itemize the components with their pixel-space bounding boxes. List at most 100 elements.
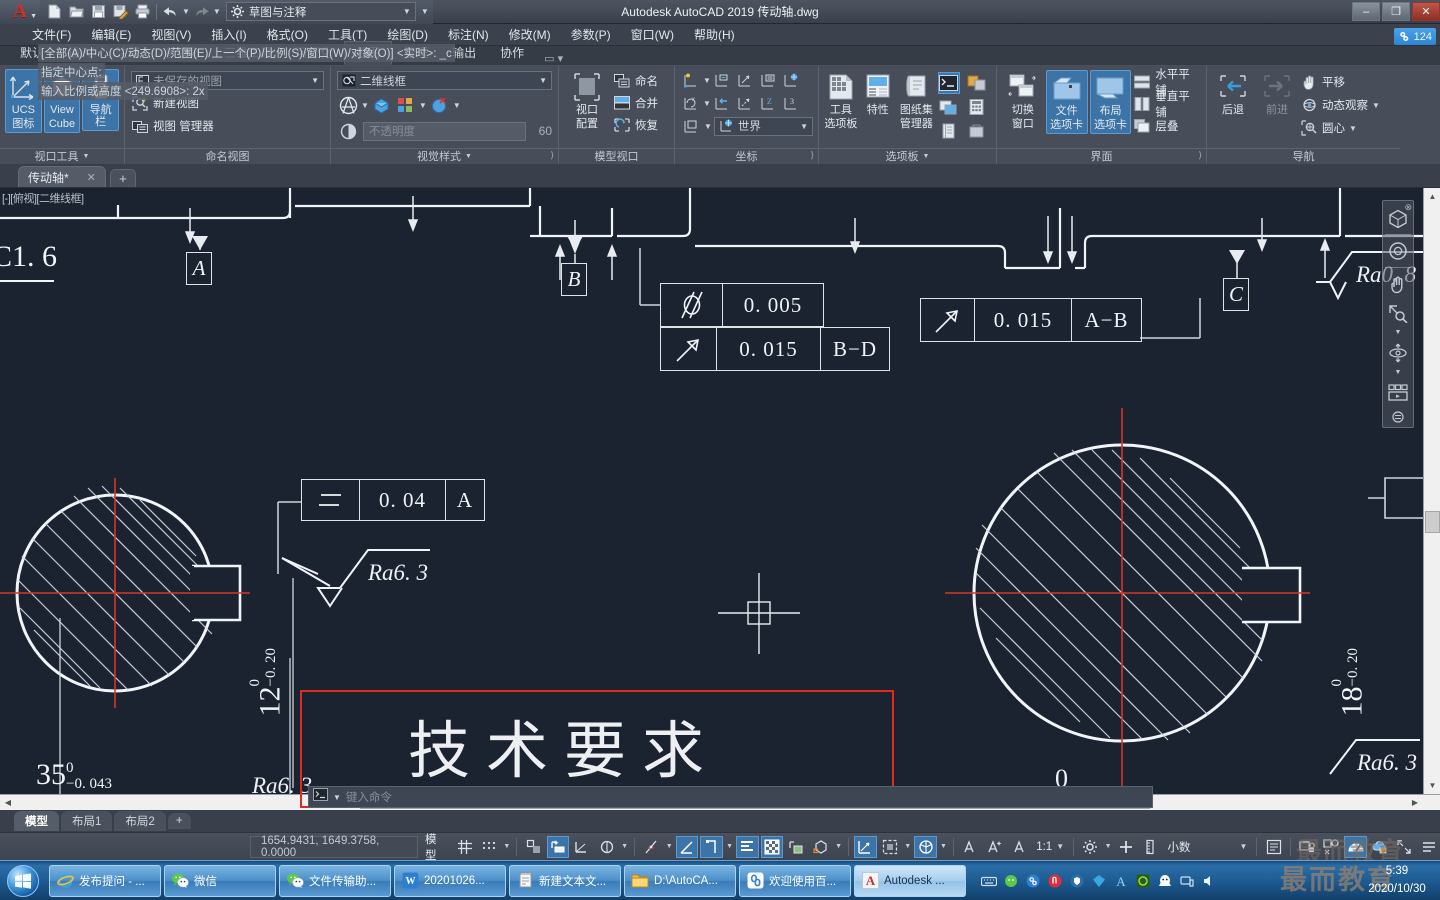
close-icon[interactable]: ⊗ — [1404, 202, 1412, 213]
panel-title-viewport-tools[interactable]: 视口工具 ▼ — [0, 148, 124, 164]
redo-icon[interactable] — [191, 2, 212, 22]
units-combo[interactable]: 小数 ▼ — [1163, 837, 1251, 857]
plot-icon[interactable] — [132, 2, 153, 22]
ucs-world-small-icon[interactable] — [781, 69, 803, 91]
lock-ui-icon[interactable] — [1296, 836, 1318, 858]
nvidia-tray-icon[interactable] — [1135, 873, 1151, 889]
object-snap-tracking-toggle[interactable] — [640, 836, 662, 858]
annotation-visibility-icon[interactable] — [959, 836, 981, 858]
panel-dialog-launcher-icon[interactable]: ⟩ — [810, 147, 814, 163]
add-separator-icon[interactable] — [1115, 836, 1137, 858]
chevron-down-icon[interactable]: ▼ — [419, 101, 427, 110]
ucs-3point-icon[interactable] — [712, 69, 734, 91]
tab-model[interactable]: 模型 — [14, 811, 59, 831]
markup-set-manager-icon[interactable] — [938, 120, 960, 142]
ribbon-tab-collaborate[interactable]: 协作 — [488, 41, 536, 65]
chevron-down-icon[interactable]: ▼ — [665, 843, 674, 850]
snap-mode-toggle[interactable] — [478, 836, 500, 858]
chevron-down-icon[interactable]: ▼ — [502, 843, 511, 850]
chevron-down-icon[interactable]: ▼ — [620, 843, 629, 850]
scroll-right-icon[interactable]: ▶ — [1407, 795, 1423, 810]
switch-windows-button[interactable]: 切换 窗口 — [1002, 70, 1044, 132]
taskbar-baidu[interactable]: 欢迎使用百... — [739, 864, 851, 897]
chevron-down-icon[interactable]: ▼ — [539, 76, 547, 85]
ucs-z-axis-icon[interactable]: Z — [758, 92, 780, 114]
undo-dropdown-icon[interactable]: ▼ — [182, 7, 190, 16]
cascade-button[interactable]: 层叠 — [1133, 116, 1201, 136]
scroll-down-icon[interactable]: ▼ — [1424, 777, 1440, 794]
vertical-scrollbar[interactable]: ▲ ▼ — [1423, 188, 1440, 794]
chevron-down-icon[interactable]: ▼ — [704, 122, 712, 131]
chevron-down-icon[interactable]: ▼ — [83, 149, 90, 165]
external-references-icon[interactable] — [938, 96, 960, 118]
taskbar-wechat[interactable]: 微信 — [164, 864, 276, 897]
transparency-toggle[interactable] — [736, 835, 759, 858]
quick-calculator-icon[interactable] — [966, 96, 988, 118]
volume-tray-icon[interactable] — [1201, 873, 1217, 889]
baidu-tray-icon[interactable] — [1025, 873, 1041, 889]
selection-cycling-toggle[interactable] — [760, 835, 784, 858]
taskbar-notepad[interactable]: 新建文本文... — [509, 864, 621, 897]
menu-help[interactable]: 帮助(H) — [684, 24, 745, 46]
save-icon[interactable] — [88, 2, 109, 22]
chevron-down-icon[interactable]: ▼ — [1395, 369, 1402, 377]
close-button[interactable]: ✕ — [1412, 2, 1440, 21]
view-manager-button[interactable]: 视图 管理器 — [131, 116, 214, 136]
viewport-config-button[interactable]: 视口 配置 — [564, 70, 610, 132]
workspace-switch-icon[interactable] — [1079, 836, 1101, 858]
dynamic-ucs-toggle[interactable] — [854, 835, 877, 858]
named-viewports-button[interactable]: 命名 — [613, 71, 658, 91]
annotation-scale-icon[interactable] — [1008, 836, 1030, 858]
start-button[interactable] — [0, 863, 46, 899]
isodraft-toggle[interactable] — [596, 836, 618, 858]
panel-dialog-launcher-icon[interactable]: ⟩ — [1198, 147, 1202, 163]
dynamic-ucs-toggle-box[interactable] — [810, 836, 832, 858]
gizmo-toggle[interactable] — [914, 835, 937, 858]
ucs-origin-icon[interactable] — [735, 69, 757, 91]
scroll-up-icon[interactable]: ▲ — [1424, 188, 1440, 205]
ortho-mode-toggle[interactable] — [522, 836, 544, 858]
chevron-down-icon[interactable]: ▼ — [453, 101, 461, 110]
zoom-center-button[interactable]: 圆心 ▼ — [1300, 118, 1380, 138]
taskbar-autocad[interactable]: A Autodesk ... — [854, 864, 966, 897]
new-file-tab-button[interactable]: + — [109, 169, 136, 187]
isolate-objects-icon[interactable] — [1320, 836, 1342, 858]
ucs-world-combo[interactable]: 世界 ▼ — [713, 116, 813, 136]
properties-palette-button[interactable]: 特性 — [861, 70, 895, 118]
saveas-icon[interactable] — [110, 2, 131, 22]
polar-tracking-toggle[interactable] — [571, 836, 593, 858]
quickcalc-toolbar-icon[interactable] — [966, 72, 988, 94]
tile-vertically-button[interactable]: 垂直平铺 — [1133, 91, 1201, 119]
steeringwheel-icon[interactable] — [1384, 238, 1412, 264]
workspace-switcher[interactable]: 草图与注释 ▼ — [225, 2, 416, 21]
annotation-scale-combo[interactable]: 1:1 ▼ — [1032, 837, 1068, 857]
panel-dialog-launcher-icon[interactable]: ⟩ — [550, 147, 554, 163]
navigation-bar[interactable]: ⊗ ▼ ▼ — [1382, 200, 1414, 428]
keyboard-tray-icon[interactable] — [981, 873, 997, 889]
coordinates-display[interactable]: 1654.9431, 1649.3758, 0.0000 — [250, 835, 418, 859]
qat-customize-icon[interactable]: ▼ — [421, 7, 429, 16]
taskbar-ie[interactable]: 发布提问 - ... — [49, 864, 161, 897]
ucs-named-icon[interactable] — [680, 69, 702, 91]
baidu-download-badge[interactable]: 124 — [1393, 28, 1436, 45]
fullscreen-icon[interactable] — [1393, 836, 1415, 858]
ucs-list-icon[interactable] — [758, 69, 780, 91]
ucs-3point-axes-icon[interactable]: 3 — [781, 92, 803, 114]
new-icon[interactable] — [44, 2, 65, 22]
ucs-face-icon[interactable] — [680, 115, 702, 137]
customization-icon[interactable] — [1418, 836, 1440, 858]
dynamic-input-toggle[interactable] — [546, 835, 570, 858]
chevron-down-icon[interactable]: ▼ — [1056, 842, 1064, 851]
wechat-tray-icon[interactable] — [1003, 873, 1019, 889]
chevron-down-icon[interactable]: ▼ — [703, 76, 711, 85]
vertical-scroll-thumb[interactable] — [1425, 511, 1440, 533]
ucs-previous-icon[interactable] — [712, 92, 734, 114]
taskbar-clock[interactable]: 5:39 2020/10/30 — [1360, 862, 1434, 898]
open-icon[interactable] — [66, 2, 87, 22]
cloud-sync-icon[interactable] — [1369, 836, 1391, 858]
close-icon[interactable]: ✕ — [87, 171, 96, 184]
minimize-button[interactable]: – — [1352, 2, 1380, 21]
model-space-label[interactable]: 模型 — [420, 831, 451, 863]
chevron-down-icon[interactable]: ▼ — [1103, 843, 1112, 850]
taskbar-folder[interactable]: D:\AutoCA... — [624, 864, 736, 897]
